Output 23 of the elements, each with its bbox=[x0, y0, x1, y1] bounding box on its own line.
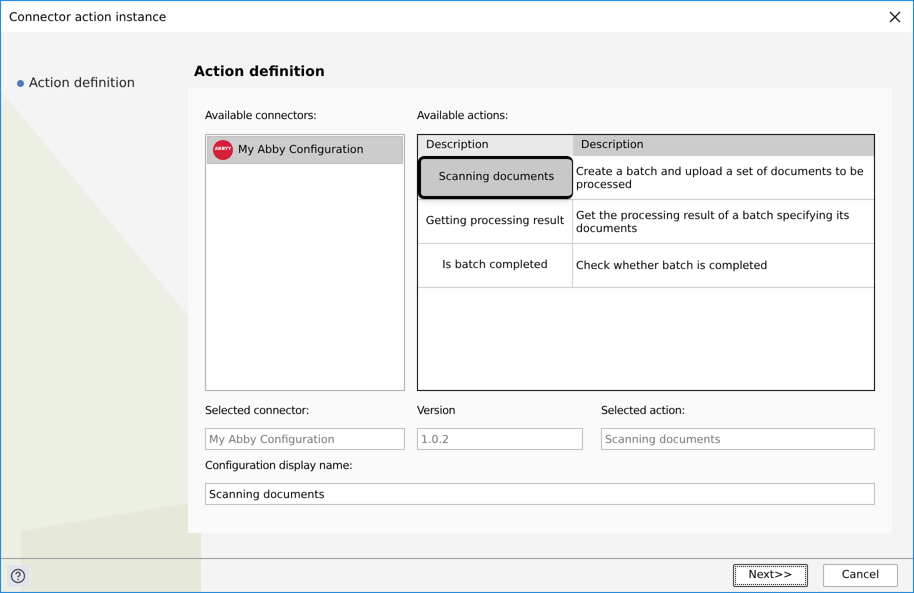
table-cell-text: Get the processing result of a batch specifying its documents bbox=[575, 208, 850, 236]
column-header[interactable]: Description bbox=[418, 135, 573, 156]
table-cell[interactable]: Is batch completed bbox=[418, 244, 573, 287]
field-label: Selected connector: bbox=[205, 403, 310, 419]
close-icon bbox=[889, 10, 901, 22]
table-cell-text: Create a batch and upload a set of documents to be processed bbox=[575, 164, 865, 192]
step-item[interactable]: Action definition bbox=[29, 74, 136, 94]
field-label: Configuration display name: bbox=[205, 458, 354, 474]
help-button[interactable] bbox=[7, 564, 29, 586]
help-icon bbox=[10, 568, 26, 584]
input-field[interactable]: Scanning documents bbox=[205, 483, 875, 505]
list-label: Available connectors: bbox=[205, 108, 318, 124]
table-cell[interactable]: Scanning documents bbox=[418, 156, 573, 199]
table-cell[interactable]: Getting processing result bbox=[418, 200, 573, 243]
dialog-button[interactable]: Next>> bbox=[733, 564, 808, 587]
column-header[interactable]: Description bbox=[573, 135, 874, 156]
section-heading: Action definition bbox=[194, 63, 326, 82]
dialog-button[interactable]: Cancel bbox=[823, 564, 898, 587]
window-title: Connector action instance bbox=[9, 8, 166, 26]
field-label: Selected action: bbox=[601, 403, 686, 419]
table-cell-text: Check whether batch is completed bbox=[575, 258, 768, 274]
field-label: Version bbox=[417, 403, 456, 419]
list-label: Available actions: bbox=[417, 108, 510, 124]
